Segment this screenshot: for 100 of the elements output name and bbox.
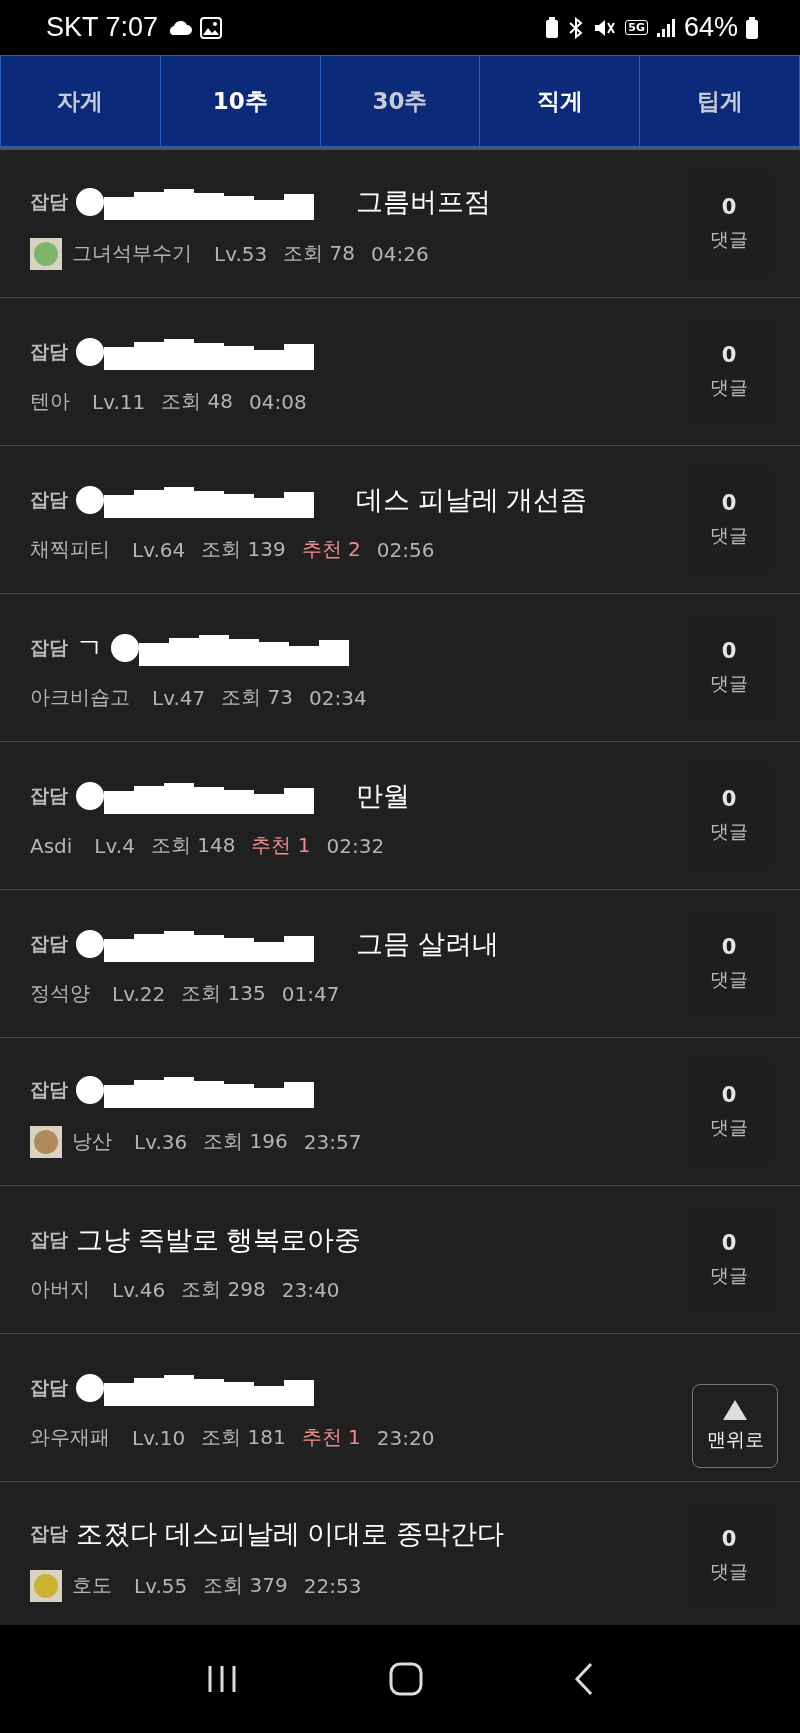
author-name[interactable]: 낭산 [72,1128,112,1155]
author-name[interactable]: 아버지 [30,1276,90,1303]
post-time: 02:56 [376,537,435,562]
view-count: 조회 48 [161,388,234,415]
post-row[interactable]: 잡담 텐아 Lv.11 조회 48 04:08 0 댓글 [0,298,800,446]
post-row[interactable]: 잡담 ㄱ 아크비숍고 Lv.47 조회 73 02:34 0 댓글 [0,594,800,742]
author-name[interactable]: 텐아 [30,388,70,415]
user-level: Lv.4 [94,833,135,858]
view-count: 조회 379 [203,1572,288,1599]
comment-count: 0 [721,1526,737,1551]
author-name[interactable]: 아크비숍고 [30,684,130,711]
user-level: Lv.10 [132,1425,186,1450]
post-title[interactable]: 그냥 즉발로 행복로아중 [76,1222,361,1258]
category-label: 잡담 [30,487,68,512]
author-name[interactable]: 호도 [72,1572,112,1599]
up-triangle-icon [722,1399,748,1421]
category-label: 잡담 [30,1227,68,1252]
author-name[interactable]: Asdi [30,833,73,858]
user-level: Lv.55 [134,1573,188,1598]
post-time: 23:20 [376,1425,435,1450]
user-level: Lv.36 [134,1129,188,1154]
post-time: 22:53 [303,1573,362,1598]
view-count: 조회 148 [150,832,236,859]
post-title[interactable]: 조졌다 데스피날레 이대로 종막간다 [76,1515,504,1552]
scroll-top-button[interactable]: 맨위로 [692,1384,778,1468]
view-count: 조회 181 [201,1424,286,1451]
user-level: Lv.53 [214,241,268,266]
post-row[interactable]: 잡담 그름버프점 그녀석부수기 Lv.53 조회 78 04:26 0 댓글 [0,150,800,298]
avatar-icon [30,1125,62,1158]
category-label: 잡담 [30,1375,68,1400]
recommend-count: 추천 1 [251,832,311,859]
view-count: 조회 78 [283,240,356,267]
category-label: 잡담 [30,188,68,214]
comment-count: 0 [721,1230,737,1255]
comment-count: 0 [721,194,737,219]
home-icon[interactable] [389,1662,423,1696]
comment-label: 댓글 [710,818,748,844]
battery-percent: 64% [683,12,738,43]
post-row[interactable]: 잡담 만월 Asdi Lv.4 조회 148 추천 1 02:32 0 댓글 [0,742,800,890]
user-level: Lv.64 [132,537,186,562]
category-label: 잡담 [30,635,68,660]
post-time: 01:47 [281,981,340,1006]
comment-count: 0 [721,638,737,663]
post-row[interactable]: 잡담 낭산 Lv.36 조회 196 23:57 0 댓글 [0,1038,800,1186]
comment-count: 0 [721,934,737,959]
post-time: 04:08 [249,389,307,414]
author-name[interactable]: 정석양 [30,980,90,1007]
avatar-icon [30,237,62,270]
post-time: 02:34 [309,685,367,710]
author-name[interactable]: 그녀석부수기 [72,240,192,267]
battery-icon [746,16,758,39]
category-label: 잡담 [30,1076,68,1102]
network-label: 5G [625,20,648,35]
author-name[interactable]: 와우재패 [30,1424,110,1451]
post-title[interactable]: ㄱ [76,630,103,666]
category-label: 잡담 [30,1520,68,1546]
battery-saver-icon [545,16,560,39]
post-title[interactable]: 데스 피날레 개선좀 [356,482,587,518]
avatar-icon [30,1569,62,1602]
comment-label: 댓글 [710,226,748,252]
comment-count: 0 [721,1082,737,1107]
post-title[interactable]: 만월 [356,778,410,814]
post-row[interactable]: 잡담 그냥 즉발로 행복로아중 아버지 Lv.46 조회 298 23:40 0 댓글 [0,1186,800,1334]
post-title[interactable]: 그름버프점 [356,183,491,220]
comment-label: 댓글 [710,1262,748,1288]
recommend-count: 추천 1 [301,1424,361,1451]
back-icon[interactable] [573,1662,595,1696]
user-level: Lv.11 [92,389,146,414]
user-level: Lv.46 [112,1277,166,1302]
comment-label: 댓글 [710,1114,748,1140]
comment-label: 댓글 [710,966,748,992]
comment-count: 0 [721,786,737,811]
view-count: 조회 135 [181,980,266,1007]
category-label: 잡담 [30,783,68,808]
view-count: 조회 139 [201,536,286,563]
image-icon [200,16,223,39]
comment-count: 0 [721,490,737,515]
category-label: 잡담 [30,339,68,364]
post-time: 23:57 [303,1129,362,1154]
view-count: 조회 73 [221,684,294,711]
comment-label: 댓글 [710,670,748,696]
post-time: 02:32 [326,833,385,858]
status-time: SKT 7:07 [46,12,159,43]
comment-count: 0 [721,342,737,367]
view-count: 조회 298 [181,1276,266,1303]
user-level: Lv.22 [112,981,166,1006]
user-level: Lv.47 [152,685,206,710]
recommend-count: 추천 2 [301,536,361,563]
comment-label: 댓글 [710,522,748,548]
post-title[interactable]: 그믐 살려내 [356,926,499,962]
author-name[interactable]: 채찍피티 [30,536,110,563]
post-row[interactable]: 잡담 그믐 살려내 정석양 Lv.22 조회 135 01:47 0 댓글 [0,890,800,1038]
category-label: 잡담 [30,931,68,956]
post-time: 23:40 [281,1277,340,1302]
signal-icon [655,17,676,38]
comment-label: 댓글 [710,1558,748,1584]
post-time: 04:26 [371,241,429,266]
post-row[interactable]: 잡담 데스 피날레 개선좀 채찍피티 Lv.64 조회 139 추천 2 02:56 0 댓글 [0,446,800,594]
view-count: 조회 196 [203,1128,288,1155]
comment-label: 댓글 [710,374,748,400]
